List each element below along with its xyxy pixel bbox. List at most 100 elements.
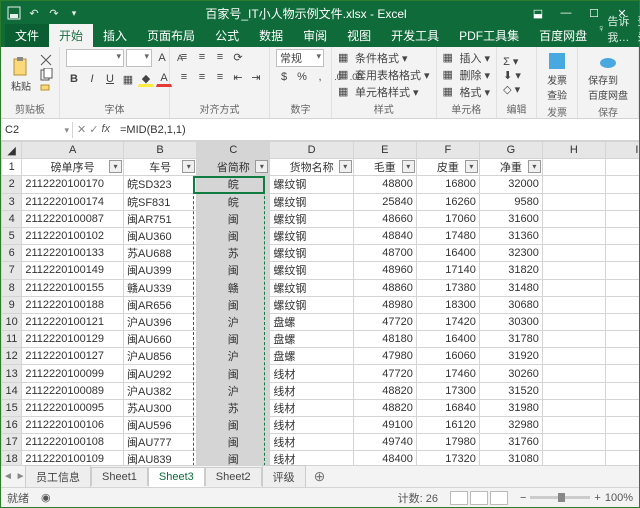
currency-icon[interactable]: $ xyxy=(276,69,292,85)
table-row[interactable]: 22112220100170皖SD323皖螺纹钢488001680032000 xyxy=(2,176,640,193)
row-header[interactable]: 3 xyxy=(2,193,22,210)
save-baidu-button[interactable]: 保存到 百度网盘 xyxy=(584,49,632,104)
cell-styles-button[interactable]: ▦单元格样式 ▾ xyxy=(338,84,430,100)
border-icon[interactable]: ▦ xyxy=(120,71,136,87)
row-header[interactable]: 17 xyxy=(2,434,22,451)
row-header[interactable]: 6 xyxy=(2,245,22,262)
tab-pdf[interactable]: PDF工具集 xyxy=(449,24,529,47)
tab-data[interactable]: 数据 xyxy=(249,24,293,47)
copy-icon[interactable] xyxy=(39,68,53,82)
column-headers[interactable]: ◢ A B C D E F G H I xyxy=(2,142,640,159)
font-size-combo[interactable] xyxy=(126,49,152,67)
sheet-tab[interactable]: Sheet2 xyxy=(205,467,262,486)
spreadsheet-grid[interactable]: ◢ A B C D E F G H I 1磅单序号▾车号▾省简称▾货物名称▾毛重… xyxy=(1,141,639,465)
qat-more-icon[interactable]: ▾ xyxy=(65,4,83,22)
filter-header[interactable]: 货物名称▾ xyxy=(270,159,353,176)
row-header[interactable]: 5 xyxy=(2,227,22,244)
table-row[interactable]: 132112220100099闽AU292闽线材477201746030260 xyxy=(2,365,640,382)
minimize-icon[interactable]: — xyxy=(553,3,579,23)
row-header[interactable]: 12 xyxy=(2,348,22,365)
tab-insert[interactable]: 插入 xyxy=(93,24,137,47)
tab-review[interactable]: 审阅 xyxy=(293,24,337,47)
filter-dropdown-icon[interactable]: ▾ xyxy=(528,160,541,173)
filter-header[interactable]: 净重▾ xyxy=(479,159,542,176)
row-header[interactable]: 1 xyxy=(2,159,22,176)
table-row[interactable]: 52112220100102闽AU360闽螺纹钢488401748031360 xyxy=(2,227,640,244)
align-middle-icon[interactable]: ≡ xyxy=(194,49,210,65)
tab-home[interactable]: 开始 xyxy=(49,24,93,47)
cancel-formula-icon[interactable]: ✕ xyxy=(77,123,86,136)
filter-header[interactable]: 车号▾ xyxy=(124,159,197,176)
row-header[interactable]: 16 xyxy=(2,417,22,434)
row-header[interactable]: 8 xyxy=(2,279,22,296)
filter-header[interactable]: 省简称▾ xyxy=(197,159,270,176)
table-row[interactable]: 182112220100109闽AU839闽线材484001732031080 xyxy=(2,451,640,465)
table-row[interactable]: 42112220100087闽AR751闽螺纹钢486601706031600 xyxy=(2,210,640,227)
tab-layout[interactable]: 页面布局 xyxy=(137,24,205,47)
save-icon[interactable] xyxy=(5,4,23,22)
ribbon-options-icon[interactable]: ⬓ xyxy=(525,3,551,23)
table-row[interactable]: 112112220100129闽AU660闽盘螺481801640031780 xyxy=(2,331,640,348)
tab-file[interactable]: 文件 xyxy=(5,24,49,47)
paste-button[interactable]: 粘贴 xyxy=(7,55,35,95)
number-format-combo[interactable]: 常规 xyxy=(276,49,324,67)
undo-icon[interactable]: ↶ xyxy=(25,4,43,22)
italic-button[interactable]: I xyxy=(84,71,100,87)
formula-input[interactable] xyxy=(114,122,639,138)
align-center-icon[interactable]: ≡ xyxy=(194,69,210,85)
filter-dropdown-icon[interactable]: ▾ xyxy=(109,160,122,173)
insert-cells-button[interactable]: ▦插入 ▾ xyxy=(443,50,491,66)
tab-baidu[interactable]: 百度网盘 xyxy=(529,24,597,47)
row-header[interactable]: 4 xyxy=(2,210,22,227)
row-header[interactable]: 13 xyxy=(2,365,22,382)
filter-dropdown-icon[interactable]: ▾ xyxy=(339,160,352,173)
indent-inc-icon[interactable]: ⇥ xyxy=(248,69,264,85)
align-right-icon[interactable]: ≡ xyxy=(212,69,228,85)
sheet-tab[interactable]: Sheet1 xyxy=(91,467,148,486)
filter-header[interactable]: 皮重▾ xyxy=(416,159,479,176)
align-left-icon[interactable]: ≡ xyxy=(176,69,192,85)
tab-dev[interactable]: 开发工具 xyxy=(381,24,449,47)
table-row[interactable]: 92112220100188闽AR656闽螺纹钢489801830030680 xyxy=(2,296,640,313)
fx-icon[interactable]: fx xyxy=(101,123,110,136)
fill-button[interactable]: ⬇ ▾ xyxy=(503,69,521,82)
delete-cells-button[interactable]: ▦删除 ▾ xyxy=(443,67,491,83)
filter-dropdown-icon[interactable]: ▾ xyxy=(465,160,478,173)
grow-font-icon[interactable]: A xyxy=(154,50,170,66)
sheet-tab-active[interactable]: Sheet3 xyxy=(148,467,205,487)
sheet-nav[interactable]: ◄ ► xyxy=(3,471,26,482)
filter-header[interactable]: 磅单序号▾ xyxy=(22,159,124,176)
table-row[interactable]: 152112220100095苏AU300苏线材488201684031980 xyxy=(2,399,640,416)
autosum-button[interactable]: Σ ▾ xyxy=(503,55,521,68)
align-bottom-icon[interactable]: ≡ xyxy=(212,49,228,65)
tab-formulas[interactable]: 公式 xyxy=(205,24,249,47)
tab-view[interactable]: 视图 xyxy=(337,24,381,47)
row-header[interactable]: 15 xyxy=(2,399,22,416)
format-painter-icon[interactable] xyxy=(39,83,53,97)
zoom-in-icon[interactable]: + xyxy=(594,492,600,504)
bold-button[interactable]: B xyxy=(66,71,82,87)
orientation-icon[interactable]: ⟳ xyxy=(230,49,246,65)
table-row[interactable]: 122112220100127沪AU856沪盘螺479801606031920 xyxy=(2,348,640,365)
filter-dropdown-icon[interactable]: ▾ xyxy=(182,160,195,173)
format-as-table-button[interactable]: ▦套用表格格式 ▾ xyxy=(338,67,430,83)
zoom-slider[interactable] xyxy=(530,496,590,499)
cut-icon[interactable] xyxy=(39,53,53,67)
table-row[interactable]: 82112220100155赣AU339赣螺纹钢488601738031480 xyxy=(2,279,640,296)
filter-dropdown-icon[interactable]: ▾ xyxy=(402,160,415,173)
row-header[interactable]: 2 xyxy=(2,176,22,193)
fapiao-button[interactable]: 发票 查验 xyxy=(543,49,571,104)
add-sheet-button[interactable]: ⊕ xyxy=(306,468,334,485)
indent-dec-icon[interactable]: ⇤ xyxy=(230,69,246,85)
table-row[interactable]: 162112220100106闽AU596闽线材491001612032980 xyxy=(2,417,640,434)
view-buttons[interactable] xyxy=(450,491,508,505)
clear-button[interactable]: ◇ ▾ xyxy=(503,83,521,96)
table-row[interactable]: 62112220100133苏AU688苏螺纹钢487001640032300 xyxy=(2,245,640,262)
filter-header[interactable]: 毛重▾ xyxy=(353,159,416,176)
zoom-level[interactable]: 100% xyxy=(605,492,633,504)
align-top-icon[interactable]: ≡ xyxy=(176,49,192,65)
row-header[interactable]: 11 xyxy=(2,331,22,348)
row-header[interactable]: 18 xyxy=(2,451,22,465)
macro-record-icon[interactable]: ◉ xyxy=(41,491,51,504)
table-row[interactable]: 72112220100149闽AU399闽螺纹钢489601714031820 xyxy=(2,262,640,279)
